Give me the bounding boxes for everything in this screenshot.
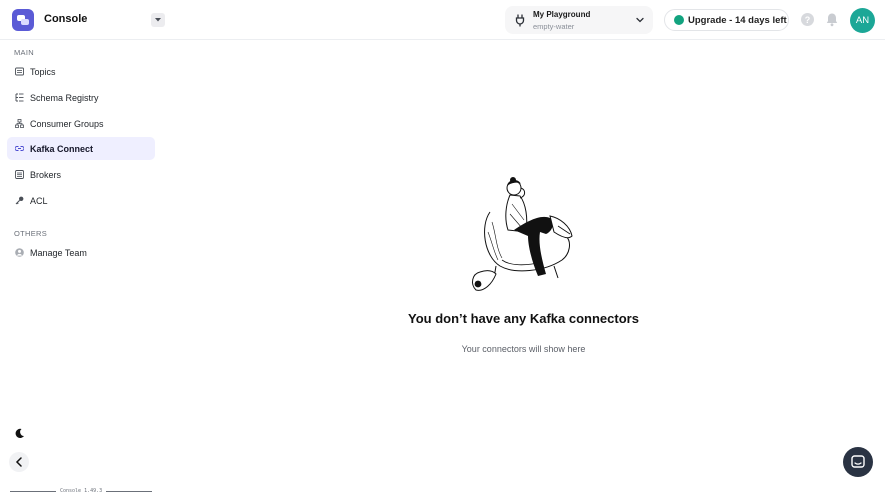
theme-toggle-moon-icon[interactable]	[10, 424, 28, 442]
avatar[interactable]: AN	[850, 8, 875, 33]
sidebar-item-acl[interactable]: ACL	[7, 189, 155, 212]
chat-support-icon[interactable]	[843, 447, 873, 477]
sidebar-item-label: Manage Team	[30, 247, 87, 258]
top-bar: Console My Playground empty-water Upgrad…	[0, 0, 885, 40]
tree-list-icon	[15, 93, 24, 102]
status-dot	[674, 15, 684, 25]
section-label-main: MAIN	[14, 48, 34, 57]
person-in-chair-illustration	[472, 177, 573, 291]
empty-state-subtitle: Your connectors will show here	[461, 344, 586, 354]
sidebar-item-label: Schema Registry	[30, 92, 99, 103]
help-icon[interactable]: ?	[801, 13, 814, 26]
chevron-down-icon	[636, 17, 644, 23]
version-divider-right	[106, 491, 152, 492]
app-switcher-chevron-down-icon[interactable]	[151, 13, 165, 27]
hierarchy-icon	[15, 119, 24, 128]
sidebar-item-schema-registry[interactable]: Schema Registry	[7, 86, 155, 109]
connect-icon	[15, 144, 24, 153]
console-logo-icon[interactable]	[12, 9, 34, 31]
project-subname: empty-water	[533, 22, 575, 31]
sidebar-item-label: Kafka Connect	[30, 143, 94, 154]
bell-icon[interactable]	[825, 12, 839, 27]
app-version: Console 1.49.3	[60, 488, 103, 494]
sidebar-item-label: ACL	[30, 195, 48, 206]
collapse-sidebar-chevron-left-icon[interactable]	[9, 452, 29, 472]
sidebar: MAIN Topics Schema Registry Consumer Gro…	[0, 40, 162, 502]
sidebar-item-kafka-connect[interactable]: Kafka Connect	[7, 137, 155, 160]
project-name: My Playground	[533, 10, 591, 19]
version-divider-left	[10, 491, 56, 492]
app-title: Console	[44, 13, 88, 25]
sidebar-item-label: Topics	[30, 66, 56, 77]
sidebar-item-manage-team[interactable]: Manage Team	[7, 241, 155, 264]
empty-state-title: You don’t have any Kafka connectors	[408, 311, 639, 326]
sidebar-item-brokers[interactable]: Brokers	[7, 163, 155, 186]
sidebar-item-topics[interactable]: Topics	[7, 60, 155, 83]
key-icon	[15, 196, 24, 205]
project-selector[interactable]: My Playground empty-water	[505, 6, 653, 34]
sidebar-item-consumer-groups[interactable]: Consumer Groups	[7, 112, 155, 135]
user-icon	[15, 248, 24, 257]
upgrade-label: Upgrade - 14 days left	[688, 15, 787, 26]
upgrade-button[interactable]: Upgrade - 14 days left	[664, 9, 789, 31]
server-icon	[15, 170, 24, 179]
section-label-others: OTHERS	[14, 229, 48, 238]
sidebar-item-label: Brokers	[30, 169, 62, 180]
sidebar-item-label: Consumer Groups	[30, 118, 104, 129]
list-icon	[15, 67, 24, 76]
project-plug-icon	[515, 14, 525, 27]
